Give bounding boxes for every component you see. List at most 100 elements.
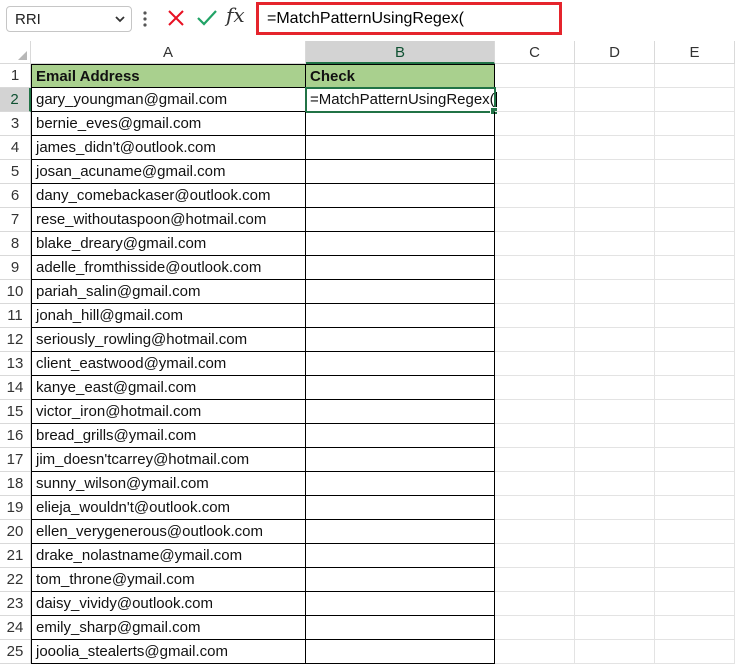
row-header[interactable]: 1 — [0, 64, 31, 88]
cell[interactable] — [575, 448, 655, 472]
check-cell[interactable] — [306, 112, 495, 136]
cell[interactable] — [575, 616, 655, 640]
active-cell-text[interactable]: =MatchPatternUsingRegex( — [310, 91, 495, 108]
email-cell[interactable]: bread_grills@ymail.com — [31, 424, 306, 448]
column-header-d[interactable]: D — [575, 41, 655, 64]
cell[interactable] — [495, 544, 575, 568]
cell[interactable] — [655, 208, 735, 232]
email-cell[interactable]: blake_dreary@gmail.com — [31, 232, 306, 256]
cell[interactable] — [495, 232, 575, 256]
check-cell[interactable] — [306, 328, 495, 352]
row-header[interactable]: 20 — [0, 520, 31, 544]
cell[interactable] — [495, 520, 575, 544]
row-header[interactable]: 13 — [0, 352, 31, 376]
cell[interactable] — [495, 208, 575, 232]
email-cell[interactable]: pariah_salin@gmail.com — [31, 280, 306, 304]
cell[interactable] — [575, 472, 655, 496]
cell[interactable] — [655, 256, 735, 280]
cell[interactable] — [655, 232, 735, 256]
cell[interactable] — [655, 568, 735, 592]
email-cell[interactable]: sunny_wilson@ymail.com — [31, 472, 306, 496]
cell[interactable] — [575, 280, 655, 304]
check-cell[interactable] — [306, 376, 495, 400]
cell[interactable] — [495, 448, 575, 472]
check-cell[interactable] — [306, 568, 495, 592]
cell[interactable] — [655, 520, 735, 544]
cell[interactable] — [495, 160, 575, 184]
cell[interactable] — [575, 304, 655, 328]
row-header[interactable]: 17 — [0, 448, 31, 472]
cell[interactable] — [575, 496, 655, 520]
chevron-down-icon[interactable] — [113, 12, 127, 26]
cell[interactable] — [655, 592, 735, 616]
cell[interactable] — [495, 472, 575, 496]
email-cell[interactable]: seriously_rowling@hotmail.com — [31, 328, 306, 352]
check-cell[interactable] — [306, 520, 495, 544]
row-header[interactable]: 6 — [0, 184, 31, 208]
cell[interactable] — [655, 160, 735, 184]
cell[interactable] — [575, 88, 655, 112]
row-header[interactable]: 21 — [0, 544, 31, 568]
row-header[interactable]: 11 — [0, 304, 31, 328]
check-cell[interactable] — [306, 184, 495, 208]
check-cell[interactable] — [306, 424, 495, 448]
email-cell[interactable]: ellen_verygenerous@outlook.com — [31, 520, 306, 544]
check-cell[interactable] — [306, 208, 495, 232]
cell[interactable] — [655, 544, 735, 568]
row-header[interactable]: 16 — [0, 424, 31, 448]
email-cell[interactable]: josan_acuname@gmail.com — [31, 160, 306, 184]
active-formula-cell[interactable]: =MatchPatternUsingRegex( — [305, 87, 498, 115]
header-check[interactable]: Check — [306, 64, 495, 88]
row-header[interactable]: 24 — [0, 616, 31, 640]
row-header[interactable]: 18 — [0, 472, 31, 496]
row-header[interactable]: 3 — [0, 112, 31, 136]
cell[interactable] — [495, 64, 575, 88]
cell[interactable] — [655, 112, 735, 136]
row-header[interactable]: 25 — [0, 640, 31, 664]
cell[interactable] — [495, 592, 575, 616]
email-cell[interactable]: adelle_fromthisside@outlook.com — [31, 256, 306, 280]
cell[interactable] — [575, 184, 655, 208]
cell[interactable] — [575, 256, 655, 280]
cell[interactable] — [575, 640, 655, 664]
select-all-button[interactable] — [0, 41, 31, 64]
column-header-b[interactable]: B — [306, 41, 495, 64]
row-header[interactable]: 8 — [0, 232, 31, 256]
check-cell[interactable] — [306, 160, 495, 184]
column-header-a[interactable]: A — [31, 41, 306, 64]
check-cell[interactable] — [306, 280, 495, 304]
email-cell[interactable]: emily_sharp@gmail.com — [31, 616, 306, 640]
cell[interactable] — [575, 328, 655, 352]
email-cell[interactable]: jim_doesn'tcarrey@hotmail.com — [31, 448, 306, 472]
email-cell[interactable]: bernie_eves@gmail.com — [31, 112, 306, 136]
check-cell[interactable] — [306, 136, 495, 160]
formula-text[interactable]: =MatchPatternUsingRegex( — [267, 10, 464, 28]
email-cell[interactable]: daisy_vividy@outlook.com — [31, 592, 306, 616]
check-cell[interactable] — [306, 352, 495, 376]
name-box[interactable]: RRI — [6, 6, 132, 32]
cell[interactable] — [495, 88, 575, 112]
cell[interactable] — [495, 256, 575, 280]
cell[interactable] — [655, 328, 735, 352]
cell[interactable] — [655, 352, 735, 376]
email-cell[interactable]: victor_iron@hotmail.com — [31, 400, 306, 424]
column-header-e[interactable]: E — [655, 41, 735, 64]
cell[interactable] — [495, 400, 575, 424]
cell[interactable] — [655, 400, 735, 424]
row-header[interactable]: 19 — [0, 496, 31, 520]
cell[interactable] — [655, 424, 735, 448]
cell[interactable] — [575, 208, 655, 232]
check-cell[interactable] — [306, 616, 495, 640]
more-vertical-icon[interactable] — [142, 9, 148, 29]
cell[interactable] — [495, 616, 575, 640]
cell[interactable] — [575, 424, 655, 448]
cell[interactable] — [655, 304, 735, 328]
cell[interactable] — [495, 328, 575, 352]
cell[interactable] — [655, 88, 735, 112]
cell[interactable] — [655, 64, 735, 88]
header-email-address[interactable]: Email Address — [31, 64, 306, 88]
cell[interactable] — [575, 160, 655, 184]
cell[interactable] — [575, 376, 655, 400]
row-header[interactable]: 4 — [0, 136, 31, 160]
row-header[interactable]: 10 — [0, 280, 31, 304]
